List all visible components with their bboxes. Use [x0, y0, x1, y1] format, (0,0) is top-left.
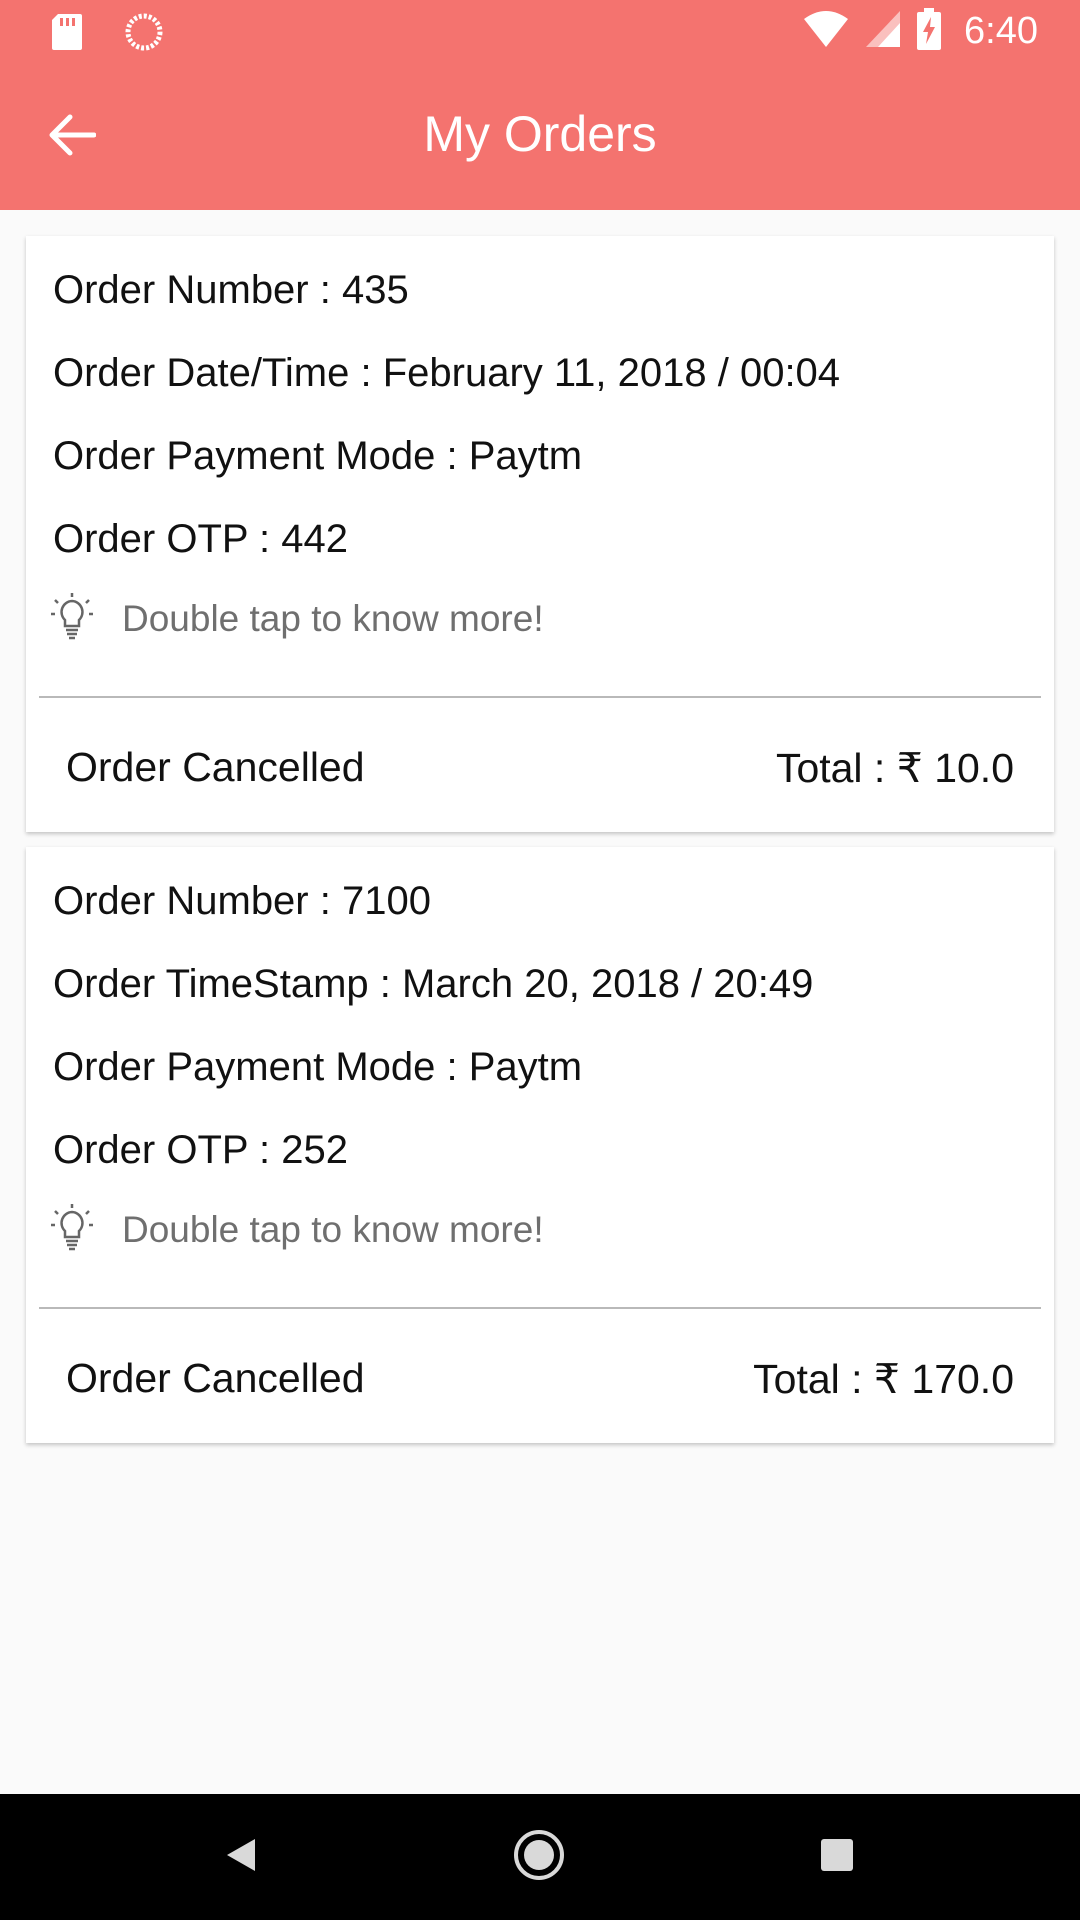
order-datetime: Order Date/Time : February 11, 2018 / 00…	[53, 351, 841, 395]
status-left-icons	[50, 12, 164, 57]
order-otp: Order OTP : 252	[53, 1128, 348, 1172]
sd-card-icon	[50, 12, 84, 57]
hint-text: Double tap to know more!	[122, 597, 544, 639]
order-total: Total : ₹ 10.0	[775, 745, 1014, 791]
order-number: Order Number : 435	[53, 268, 409, 312]
orders-list: Order Number : 435 Order Date/Time : Feb…	[26, 236, 1054, 1458]
battery-charging-icon	[916, 8, 942, 55]
status-right-icons: 6:40	[802, 8, 1038, 55]
order-status: Order Cancelled	[66, 1355, 365, 1401]
nav-home-icon	[512, 1828, 566, 1887]
nav-recents-button[interactable]	[804, 1824, 870, 1890]
divider	[39, 1307, 1041, 1309]
order-payment-mode: Order Payment Mode : Paytm	[53, 434, 583, 478]
nav-home-button[interactable]	[506, 1824, 572, 1890]
order-card[interactable]: Order Number : 7100 Order TimeStamp : Ma…	[26, 847, 1054, 1443]
double-tap-hint: Double tap to know more!	[50, 592, 544, 645]
lightbulb-icon	[50, 1203, 94, 1256]
nav-back-button[interactable]	[208, 1824, 274, 1890]
order-otp: Order OTP : 442	[53, 517, 348, 561]
wifi-icon	[802, 9, 850, 54]
lightbulb-icon	[50, 592, 94, 645]
sync-icon	[124, 12, 164, 57]
order-card[interactable]: Order Number : 435 Order Date/Time : Feb…	[26, 236, 1054, 832]
nav-back-icon	[223, 1835, 259, 1880]
order-payment-mode: Order Payment Mode : Paytm	[53, 1045, 583, 1089]
page-title: My Orders	[423, 106, 657, 162]
hint-text: Double tap to know more!	[122, 1208, 544, 1250]
order-total: Total : ₹ 170.0	[753, 1356, 1014, 1402]
status-time: 6:40	[964, 10, 1038, 52]
app-bar: My Orders	[0, 63, 1080, 210]
signal-icon	[864, 9, 902, 54]
navigation-bar	[0, 1794, 1080, 1920]
divider	[39, 696, 1041, 698]
status-bar: 6:40	[0, 0, 1080, 63]
double-tap-hint: Double tap to know more!	[50, 1203, 544, 1256]
nav-recents-icon	[818, 1836, 856, 1879]
order-datetime: Order TimeStamp : March 20, 2018 / 20:49	[53, 962, 814, 1006]
order-number: Order Number : 7100	[53, 879, 431, 923]
order-status: Order Cancelled	[66, 744, 365, 790]
